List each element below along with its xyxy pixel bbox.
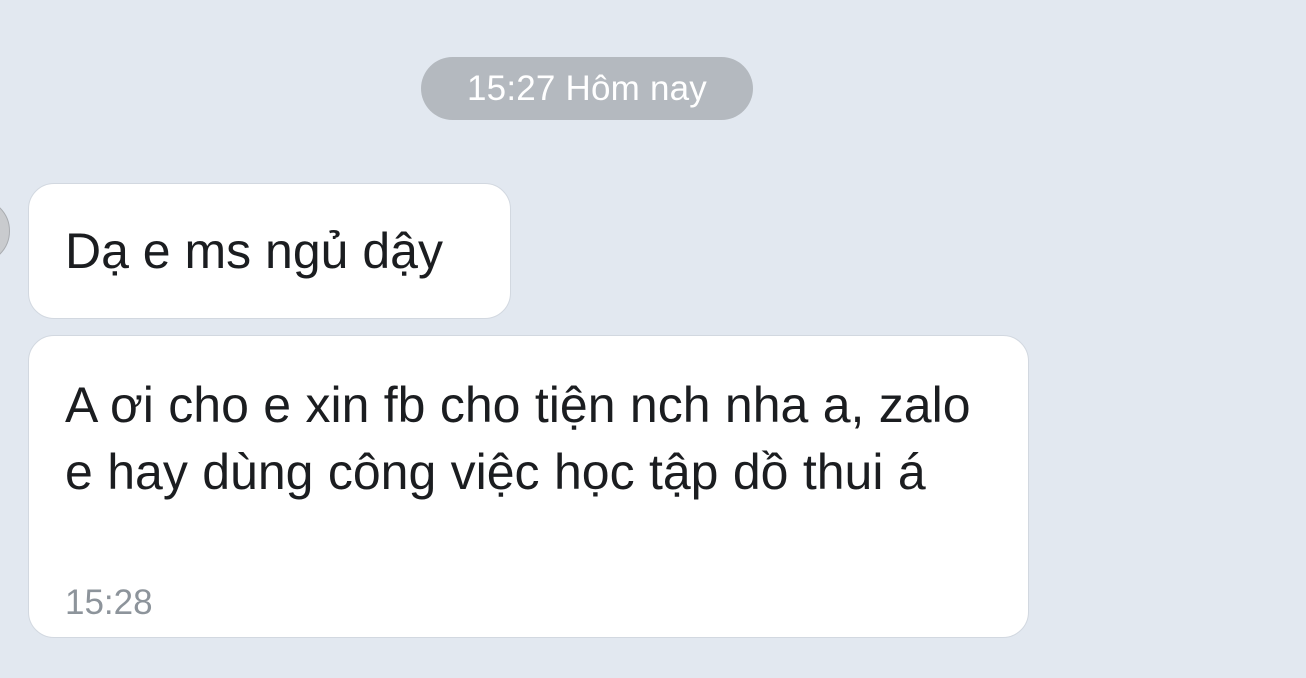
- message-bubble-received[interactable]: Dạ e ms ngủ dậy: [28, 183, 511, 319]
- chat-message-area[interactable]: 15:27 Hôm nay Dạ e ms ngủ dậy A ơi cho e…: [0, 0, 1306, 678]
- message-bubble-received[interactable]: A ơi cho e xin fb cho tiện nch nha a, za…: [28, 335, 1029, 638]
- message-text: A ơi cho e xin fb cho tiện nch nha a, za…: [65, 377, 971, 500]
- contact-avatar[interactable]: [0, 198, 10, 264]
- message-text: Dạ e ms ngủ dậy: [65, 223, 443, 279]
- date-divider: 15:27 Hôm nay: [421, 57, 753, 120]
- message-timestamp: 15:28: [65, 583, 153, 622]
